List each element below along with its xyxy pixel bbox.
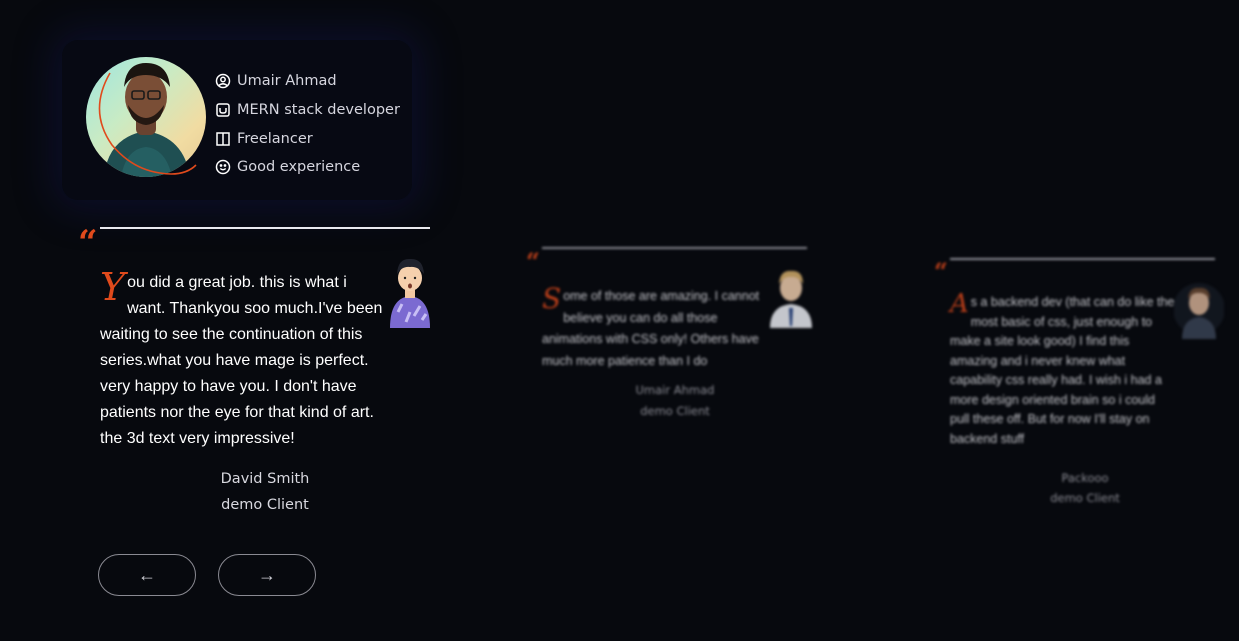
client-role: demo Client bbox=[640, 404, 710, 418]
client-name: Umair Ahmad bbox=[635, 383, 715, 397]
client-info: David Smith demo Client bbox=[185, 466, 345, 518]
profile-name-row: Umair Ahmad bbox=[215, 67, 400, 96]
client-avatar bbox=[384, 254, 436, 328]
columns-icon bbox=[216, 131, 230, 146]
profile-name: Umair Ahmad bbox=[237, 73, 337, 90]
prev-button[interactable]: ← bbox=[98, 554, 196, 596]
client-role: demo Client bbox=[221, 497, 309, 513]
quote-icon: “ bbox=[934, 257, 948, 286]
testimonial-dropcap: Y bbox=[100, 265, 126, 309]
arrow-right-icon: → bbox=[258, 564, 276, 585]
testimonial-divider bbox=[542, 247, 807, 249]
arrow-left-icon: ← bbox=[138, 564, 156, 585]
code-icon bbox=[216, 103, 230, 117]
client-info: Umair Ahmad demo Client bbox=[600, 380, 750, 422]
profile-role: MERN stack developer bbox=[237, 102, 400, 119]
profile-experience: Good experience bbox=[237, 159, 361, 176]
testimonial-text: As a backend dev (that can do like the m… bbox=[950, 289, 1175, 446]
testimonial-divider bbox=[100, 227, 430, 229]
testimonial-dropcap: A bbox=[950, 289, 969, 319]
client-name: Packooo bbox=[1061, 471, 1109, 485]
quote-icon: “ bbox=[526, 247, 540, 276]
testimonial-dropcap: S bbox=[542, 282, 562, 315]
client-role: demo Client bbox=[1050, 491, 1120, 505]
testimonial-text: Some of those are amazing. I cannot beli… bbox=[542, 282, 760, 368]
profile-work: Freelancer bbox=[237, 130, 313, 147]
client-info: Packooo demo Client bbox=[1010, 468, 1160, 508]
next-button[interactable]: → bbox=[218, 554, 316, 596]
quote-icon: “ bbox=[78, 223, 98, 263]
profile-role-row: MERN stack developer bbox=[215, 96, 400, 125]
testimonial-text: You did a great job. this is what i want… bbox=[100, 265, 383, 447]
client-name: David Smith bbox=[220, 471, 310, 487]
testimonial-divider bbox=[950, 258, 1215, 260]
user-circle-icon bbox=[215, 74, 231, 89]
profile-avatar bbox=[86, 57, 206, 177]
client-avatar bbox=[768, 264, 814, 328]
smile-icon bbox=[215, 160, 231, 175]
profile-info: Umair Ahmad MERN stack developer Freelan… bbox=[215, 67, 400, 182]
client-avatar bbox=[1173, 279, 1225, 339]
profile-work-row: Freelancer bbox=[215, 124, 400, 153]
profile-experience-row: Good experience bbox=[215, 153, 400, 182]
